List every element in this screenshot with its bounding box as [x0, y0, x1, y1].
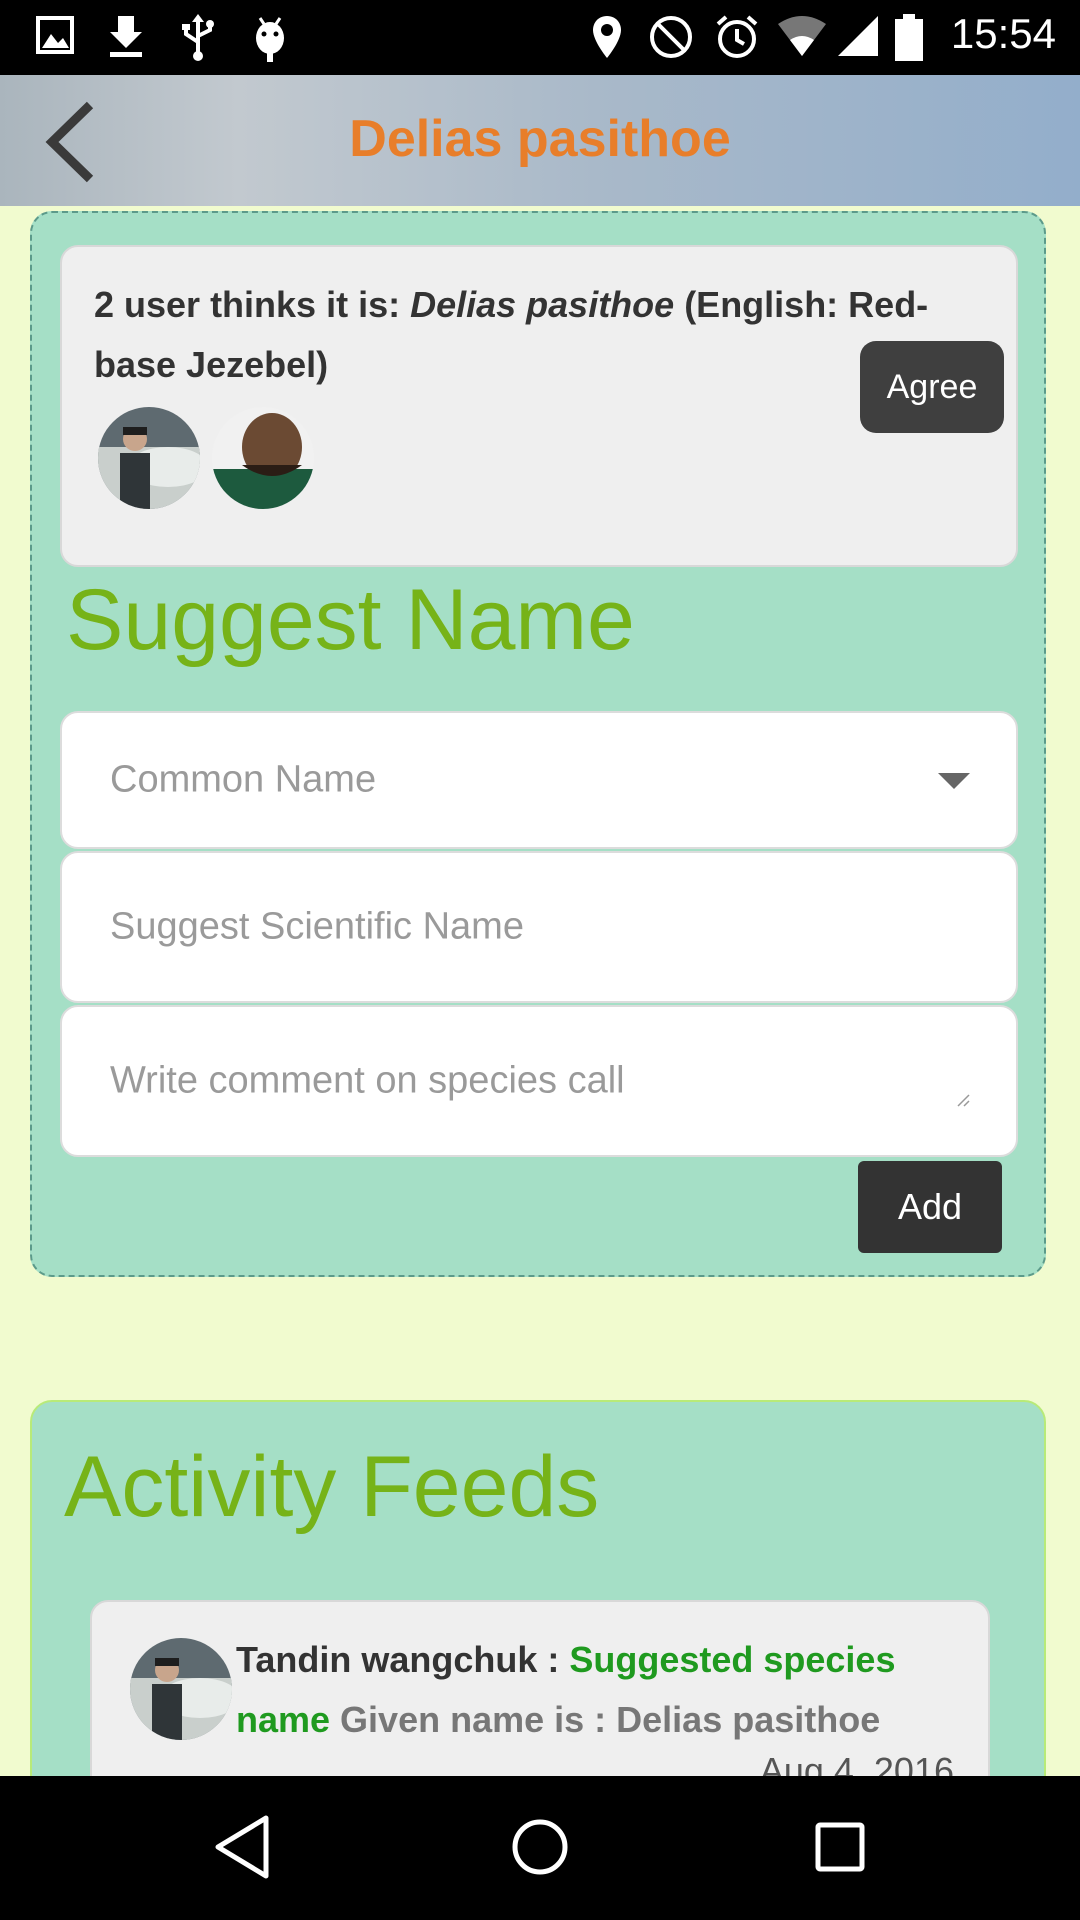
- blocked-icon: [650, 16, 692, 58]
- recents-square-icon[interactable]: [808, 1812, 872, 1882]
- feed-detail: Given name is : Delias pasithoe: [330, 1699, 881, 1740]
- avatar[interactable]: [130, 1638, 232, 1740]
- suggest-name-title: Suggest Name: [66, 572, 635, 668]
- caret-down-icon: [938, 773, 970, 789]
- activity-feeds-title: Activity Feeds: [64, 1439, 600, 1535]
- feed-user[interactable]: Tandin wangchuk: [236, 1639, 537, 1680]
- wifi-icon: [778, 16, 826, 56]
- usb-icon: [182, 14, 214, 61]
- add-button[interactable]: Add: [858, 1161, 1002, 1253]
- back-triangle-icon[interactable]: [210, 1812, 274, 1882]
- signal-icon: [838, 16, 878, 56]
- consensus-species: Delias pasithoe: [410, 284, 675, 325]
- common-name-placeholder: Common Name: [110, 758, 377, 801]
- comment-textarea[interactable]: Write comment on species call: [60, 1005, 1018, 1157]
- scientific-name-input[interactable]: Suggest Scientific Name: [60, 851, 1018, 1003]
- feed-separator: :: [537, 1639, 570, 1680]
- resize-grip-icon[interactable]: [956, 1093, 970, 1107]
- app-header: Delias pasithoe: [0, 75, 1080, 206]
- home-circle-icon[interactable]: [508, 1812, 572, 1882]
- battery-icon: [895, 14, 923, 61]
- common-name-select[interactable]: Common Name: [60, 711, 1018, 849]
- alarm-icon: [716, 15, 758, 58]
- image-icon: [36, 16, 74, 54]
- status-time: 15:54: [950, 10, 1056, 57]
- avatar[interactable]: [212, 407, 314, 509]
- comment-placeholder: Write comment on species call: [110, 1059, 625, 1102]
- feed-text: Tandin wangchuk : Suggested species name…: [236, 1630, 956, 1750]
- avatar[interactable]: [98, 407, 200, 509]
- location-icon: [593, 16, 621, 58]
- page-title: Delias pasithoe: [349, 110, 731, 168]
- consensus-prefix: 2 user thinks it is:: [94, 284, 411, 325]
- scientific-name-placeholder: Suggest Scientific Name: [110, 905, 524, 948]
- agree-button[interactable]: Agree: [860, 341, 1004, 433]
- android-debug-icon: [256, 17, 284, 62]
- navigation-bar: [0, 1776, 1080, 1920]
- download-icon: [110, 16, 142, 57]
- identification-panel: 2 user thinks it is: Delias pasithoe (En…: [30, 211, 1046, 1277]
- consensus-text: 2 user thinks it is: Delias pasithoe (En…: [94, 275, 974, 395]
- consensus-card: 2 user thinks it is: Delias pasithoe (En…: [60, 245, 1018, 567]
- status-bar: 15:54: [0, 0, 1080, 75]
